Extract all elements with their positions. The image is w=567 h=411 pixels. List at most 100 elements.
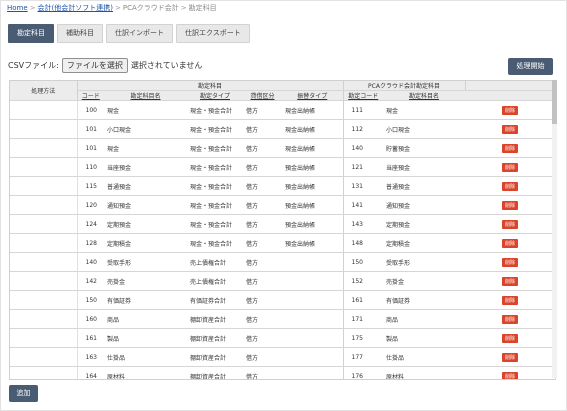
account-name-cell: 売掛金 xyxy=(104,271,187,291)
code-cell: 140 xyxy=(77,252,104,272)
transfer-type-cell: 現金出納帳 xyxy=(282,119,344,139)
debit-credit-cell: 借方 xyxy=(243,195,282,215)
pca-account-name-cell: 売掛金 xyxy=(383,271,466,291)
transfer-type-cell xyxy=(282,328,344,348)
table-scrollbar[interactable] xyxy=(552,80,557,378)
code-cell: 110 xyxy=(77,157,104,177)
delete-button[interactable]: 削除 xyxy=(502,143,519,153)
tab-journal-import[interactable]: 仕訳インポート xyxy=(106,24,173,43)
account-mapping-table: 処理方法 勘定科目 PCAクラウド会計勘定科目 コード 勘定科目名 勘定タイプ … xyxy=(10,81,555,379)
account-type-cell: 現金・預金合計 xyxy=(187,214,243,234)
code-cell: 150 xyxy=(77,290,104,310)
account-type-cell: 棚卸資産合計 xyxy=(187,309,243,329)
code-cell: 142 xyxy=(77,271,104,291)
delete-cell: 削除 xyxy=(465,328,555,348)
debit-credit-cell: 借方 xyxy=(243,252,282,272)
account-name-cell: 有価証券 xyxy=(104,290,187,310)
delete-cell: 削除 xyxy=(465,252,555,272)
tab-sub-accounts[interactable]: 補助科目 xyxy=(57,24,103,43)
account-name-cell: 普通預金 xyxy=(104,176,187,196)
delete-cell: 削除 xyxy=(465,214,555,234)
pca-code-cell: 150 xyxy=(343,252,383,272)
breadcrumb-parent-link[interactable]: 会計(他会計ソフト連携) xyxy=(38,4,113,12)
start-process-button[interactable]: 処理開始 xyxy=(508,58,553,75)
pca-code-cell: 140 xyxy=(343,138,383,158)
account-name-cell: 定期預金 xyxy=(104,214,187,234)
debit-credit-cell: 借方 xyxy=(243,309,282,329)
delete-button[interactable]: 削除 xyxy=(502,352,519,362)
delete-button[interactable]: 削除 xyxy=(502,181,519,191)
column-header-transfer-type[interactable]: 振替タイプ xyxy=(282,90,344,101)
delete-button[interactable]: 削除 xyxy=(502,333,519,343)
account-group-header: 勘定科目 xyxy=(77,81,344,91)
column-header-debit-credit[interactable]: 貸借区分 xyxy=(243,90,282,101)
table-row: 115 普通預金 現金・預金合計 借方 預金出納帳 131 普通預金 削除 xyxy=(10,176,555,196)
transfer-type-cell: 預金出納帳 xyxy=(282,195,344,215)
delete-cell: 削除 xyxy=(465,271,555,291)
delete-button[interactable]: 削除 xyxy=(502,105,519,115)
processing-method-cell xyxy=(10,176,78,196)
column-header-code[interactable]: コード xyxy=(77,90,104,101)
table-row: 120 通知預金 現金・預金合計 借方 預金出納帳 141 通知預金 削除 xyxy=(10,195,555,215)
table-row: 124 定期預金 現金・預金合計 借方 預金出納帳 143 定期預金 削除 xyxy=(10,214,555,234)
table-row: 160 商品 棚卸資産合計 借方 171 商品 削除 xyxy=(10,309,555,329)
delete-cell: 削除 xyxy=(465,100,555,120)
account-type-cell: 有価証券合計 xyxy=(187,290,243,310)
account-type-cell: 現金・預金合計 xyxy=(187,195,243,215)
code-cell: 164 xyxy=(77,366,104,379)
pca-code-cell: 171 xyxy=(343,309,383,329)
delete-cell: 削除 xyxy=(465,157,555,177)
tab-accounts[interactable]: 勘定科目 xyxy=(8,24,54,43)
table-row: 101 現金 現金・預金合計 借方 現金出納帳 140 貯蓄預金 削除 xyxy=(10,138,555,158)
account-name-cell: 原材料 xyxy=(104,366,187,379)
delete-button[interactable]: 削除 xyxy=(502,162,519,172)
column-header-account-name[interactable]: 勘定科目名 xyxy=(104,90,187,101)
delete-button[interactable]: 削除 xyxy=(502,295,519,305)
pca-code-cell: 177 xyxy=(343,347,383,367)
breadcrumb-separator: > xyxy=(180,4,187,12)
pca-account-name-cell: 定期預金 xyxy=(383,214,466,234)
table-row: 110 当座預金 現金・預金合計 借方 預金出納帳 121 当座預金 削除 xyxy=(10,157,555,177)
column-header-account-type[interactable]: 勘定タイプ xyxy=(187,90,243,101)
processing-method-cell xyxy=(10,233,78,253)
delete-cell: 削除 xyxy=(465,195,555,215)
add-button[interactable]: 追加 xyxy=(9,385,38,402)
transfer-type-cell: 預金出納帳 xyxy=(282,233,344,253)
scrollbar-thumb[interactable] xyxy=(552,80,557,124)
transfer-type-cell: 現金出納帳 xyxy=(282,138,344,158)
pca-account-name-cell: 普通預金 xyxy=(383,176,466,196)
column-header-pca-code[interactable]: 勘定コード xyxy=(343,90,383,101)
code-cell: 161 xyxy=(77,328,104,348)
code-cell: 163 xyxy=(77,347,104,367)
delete-button[interactable]: 削除 xyxy=(502,371,519,379)
table-row: 161 製品 棚卸資産合計 借方 175 製品 削除 xyxy=(10,328,555,348)
delete-button[interactable]: 削除 xyxy=(502,124,519,134)
delete-button[interactable]: 削除 xyxy=(502,219,519,229)
processing-method-cell xyxy=(10,119,78,139)
account-name-cell: 通知預金 xyxy=(104,195,187,215)
delete-button[interactable]: 削除 xyxy=(502,257,519,267)
table-row: 142 売掛金 売上債権合計 借方 152 売掛金 削除 xyxy=(10,271,555,291)
processing-method-cell xyxy=(10,214,78,234)
delete-button[interactable]: 削除 xyxy=(502,276,519,286)
processing-method-cell xyxy=(10,252,78,272)
pca-code-cell: 148 xyxy=(343,233,383,253)
delete-button[interactable]: 削除 xyxy=(502,200,519,210)
account-type-cell: 棚卸資産合計 xyxy=(187,347,243,367)
column-header-pca-account-name[interactable]: 勘定科目名 xyxy=(383,90,466,101)
code-cell: 120 xyxy=(77,195,104,215)
transfer-type-cell xyxy=(282,309,344,329)
tab-journal-export[interactable]: 仕訳エクスポート xyxy=(176,24,250,43)
csv-upload-row: CSVファイル: ファイルを選択 選択されていません xyxy=(8,58,202,73)
table-row: 164 原材料 棚卸資産合計 借方 176 原材料 削除 xyxy=(10,366,555,379)
delete-button[interactable]: 削除 xyxy=(502,314,519,324)
account-type-cell: 売上債権合計 xyxy=(187,271,243,291)
choose-file-button[interactable]: ファイルを選択 xyxy=(61,58,128,73)
delete-button[interactable]: 削除 xyxy=(502,238,519,248)
processing-method-cell xyxy=(10,290,78,310)
account-name-cell: 製品 xyxy=(104,328,187,348)
breadcrumb-home-link[interactable]: Home xyxy=(7,4,28,12)
breadcrumb-current-service: PCAクラウド会計 xyxy=(122,4,179,12)
pca-account-name-cell: 受取手形 xyxy=(383,252,466,272)
code-cell: 115 xyxy=(77,176,104,196)
